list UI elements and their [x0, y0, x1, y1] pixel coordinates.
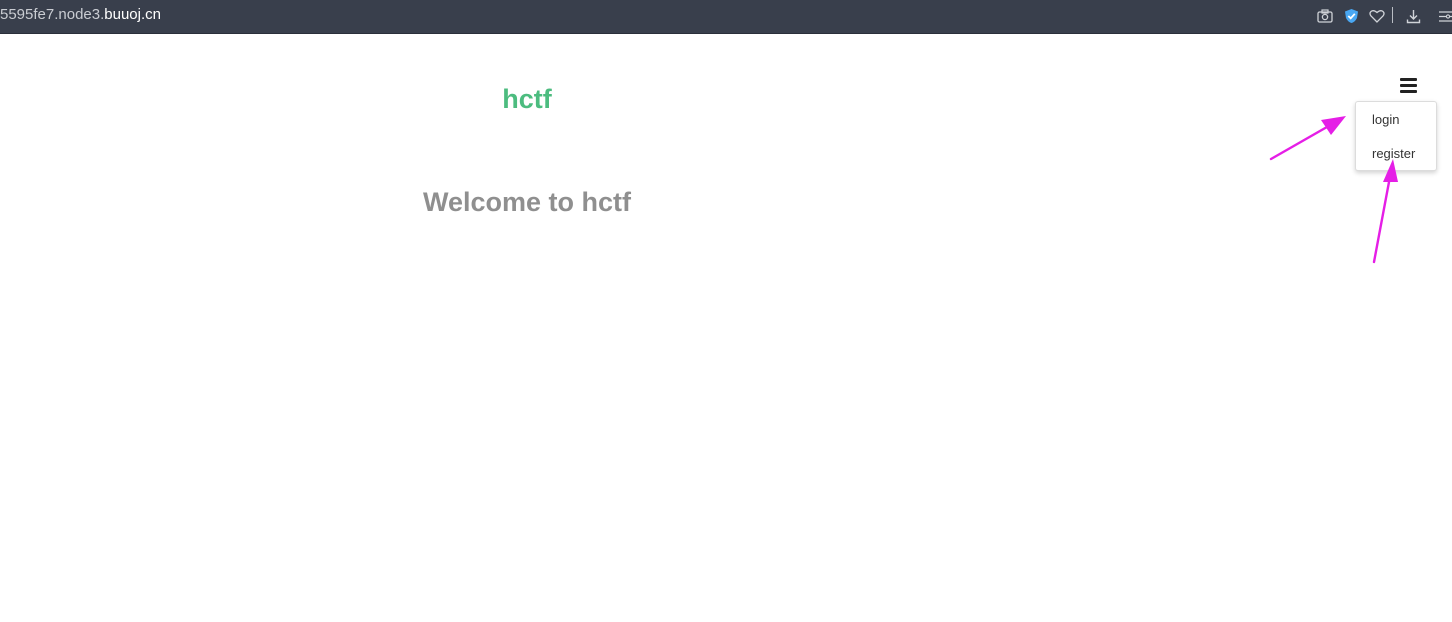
heart-icon[interactable]: [1367, 6, 1387, 26]
site-brand[interactable]: hctf: [0, 84, 1054, 115]
menu-item-register[interactable]: register: [1372, 146, 1415, 161]
address-bar-url[interactable]: 5595fe7.node3.buuoj.cn: [0, 6, 161, 23]
menu-lines-icon[interactable]: [1435, 6, 1452, 26]
shield-check-icon[interactable]: [1341, 6, 1361, 26]
toolbar-separator: [1392, 7, 1393, 23]
browser-toolbar: 5595fe7.node3.buuoj.cn: [0, 0, 1452, 34]
arrow-to-register-icon: [1372, 159, 1398, 264]
url-path: 5595fe7.node3.: [0, 6, 105, 23]
camera-icon[interactable]: [1315, 6, 1335, 26]
menu-item-login[interactable]: login: [1372, 112, 1399, 127]
arrow-to-login-icon: [1269, 116, 1346, 161]
welcome-heading: Welcome to hctf: [422, 187, 632, 217]
nav-dropdown-menu: login register: [1355, 101, 1437, 171]
download-icon[interactable]: [1403, 6, 1423, 26]
url-host: buuoj.cn: [104, 6, 161, 23]
hamburger-icon[interactable]: [1400, 78, 1417, 93]
